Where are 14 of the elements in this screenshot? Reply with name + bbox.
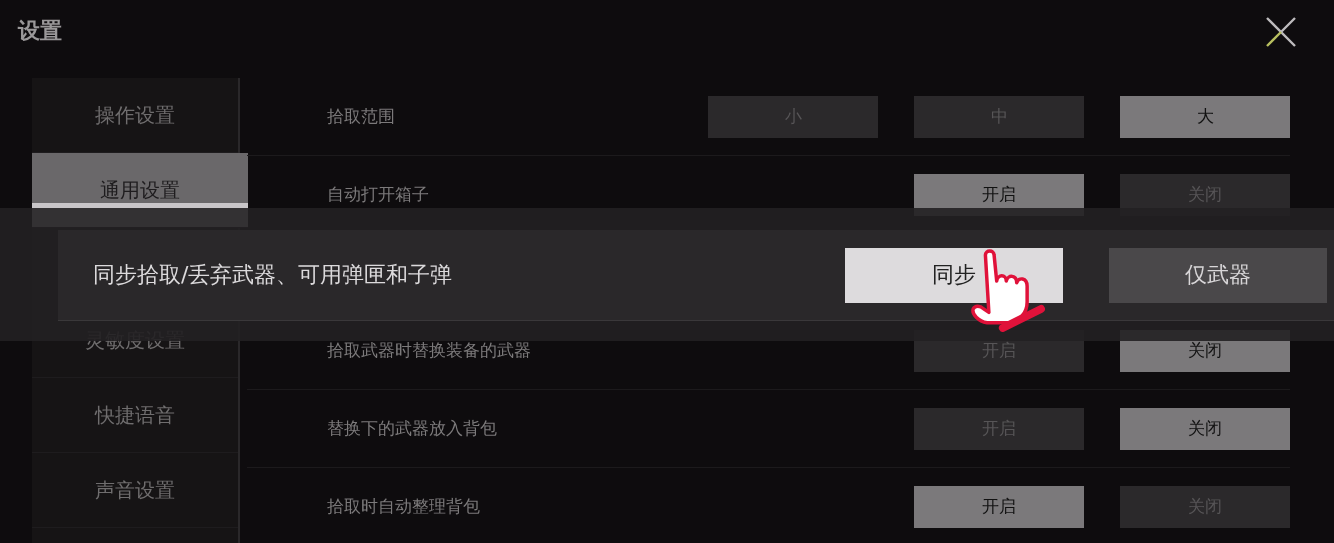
option-button[interactable]: 关闭 [1120, 407, 1290, 450]
option-button[interactable]: 仅武器 [1109, 247, 1327, 303]
sidebar-tab[interactable]: 快捷语音 [32, 378, 238, 453]
setting-label: 拾取时自动整理背包 [327, 495, 480, 518]
setting-label: 替换下的武器放入背包 [327, 417, 497, 440]
setting-label: 同步拾取/丢弃武器、可用弹匣和子弹 [93, 261, 453, 289]
option-button[interactable]: 开启 [914, 485, 1084, 528]
setting-label: 自动打开箱子 [327, 183, 429, 206]
window-title: 设置 [18, 17, 62, 45]
option-button[interactable]: 大 [1120, 95, 1290, 138]
setting-label: 拾取武器时替换装备的武器 [327, 339, 531, 362]
close-icon[interactable] [1264, 15, 1298, 49]
setting-label: 拾取范围 [327, 105, 395, 128]
sidebar-tab[interactable]: 声音设置 [32, 453, 238, 528]
